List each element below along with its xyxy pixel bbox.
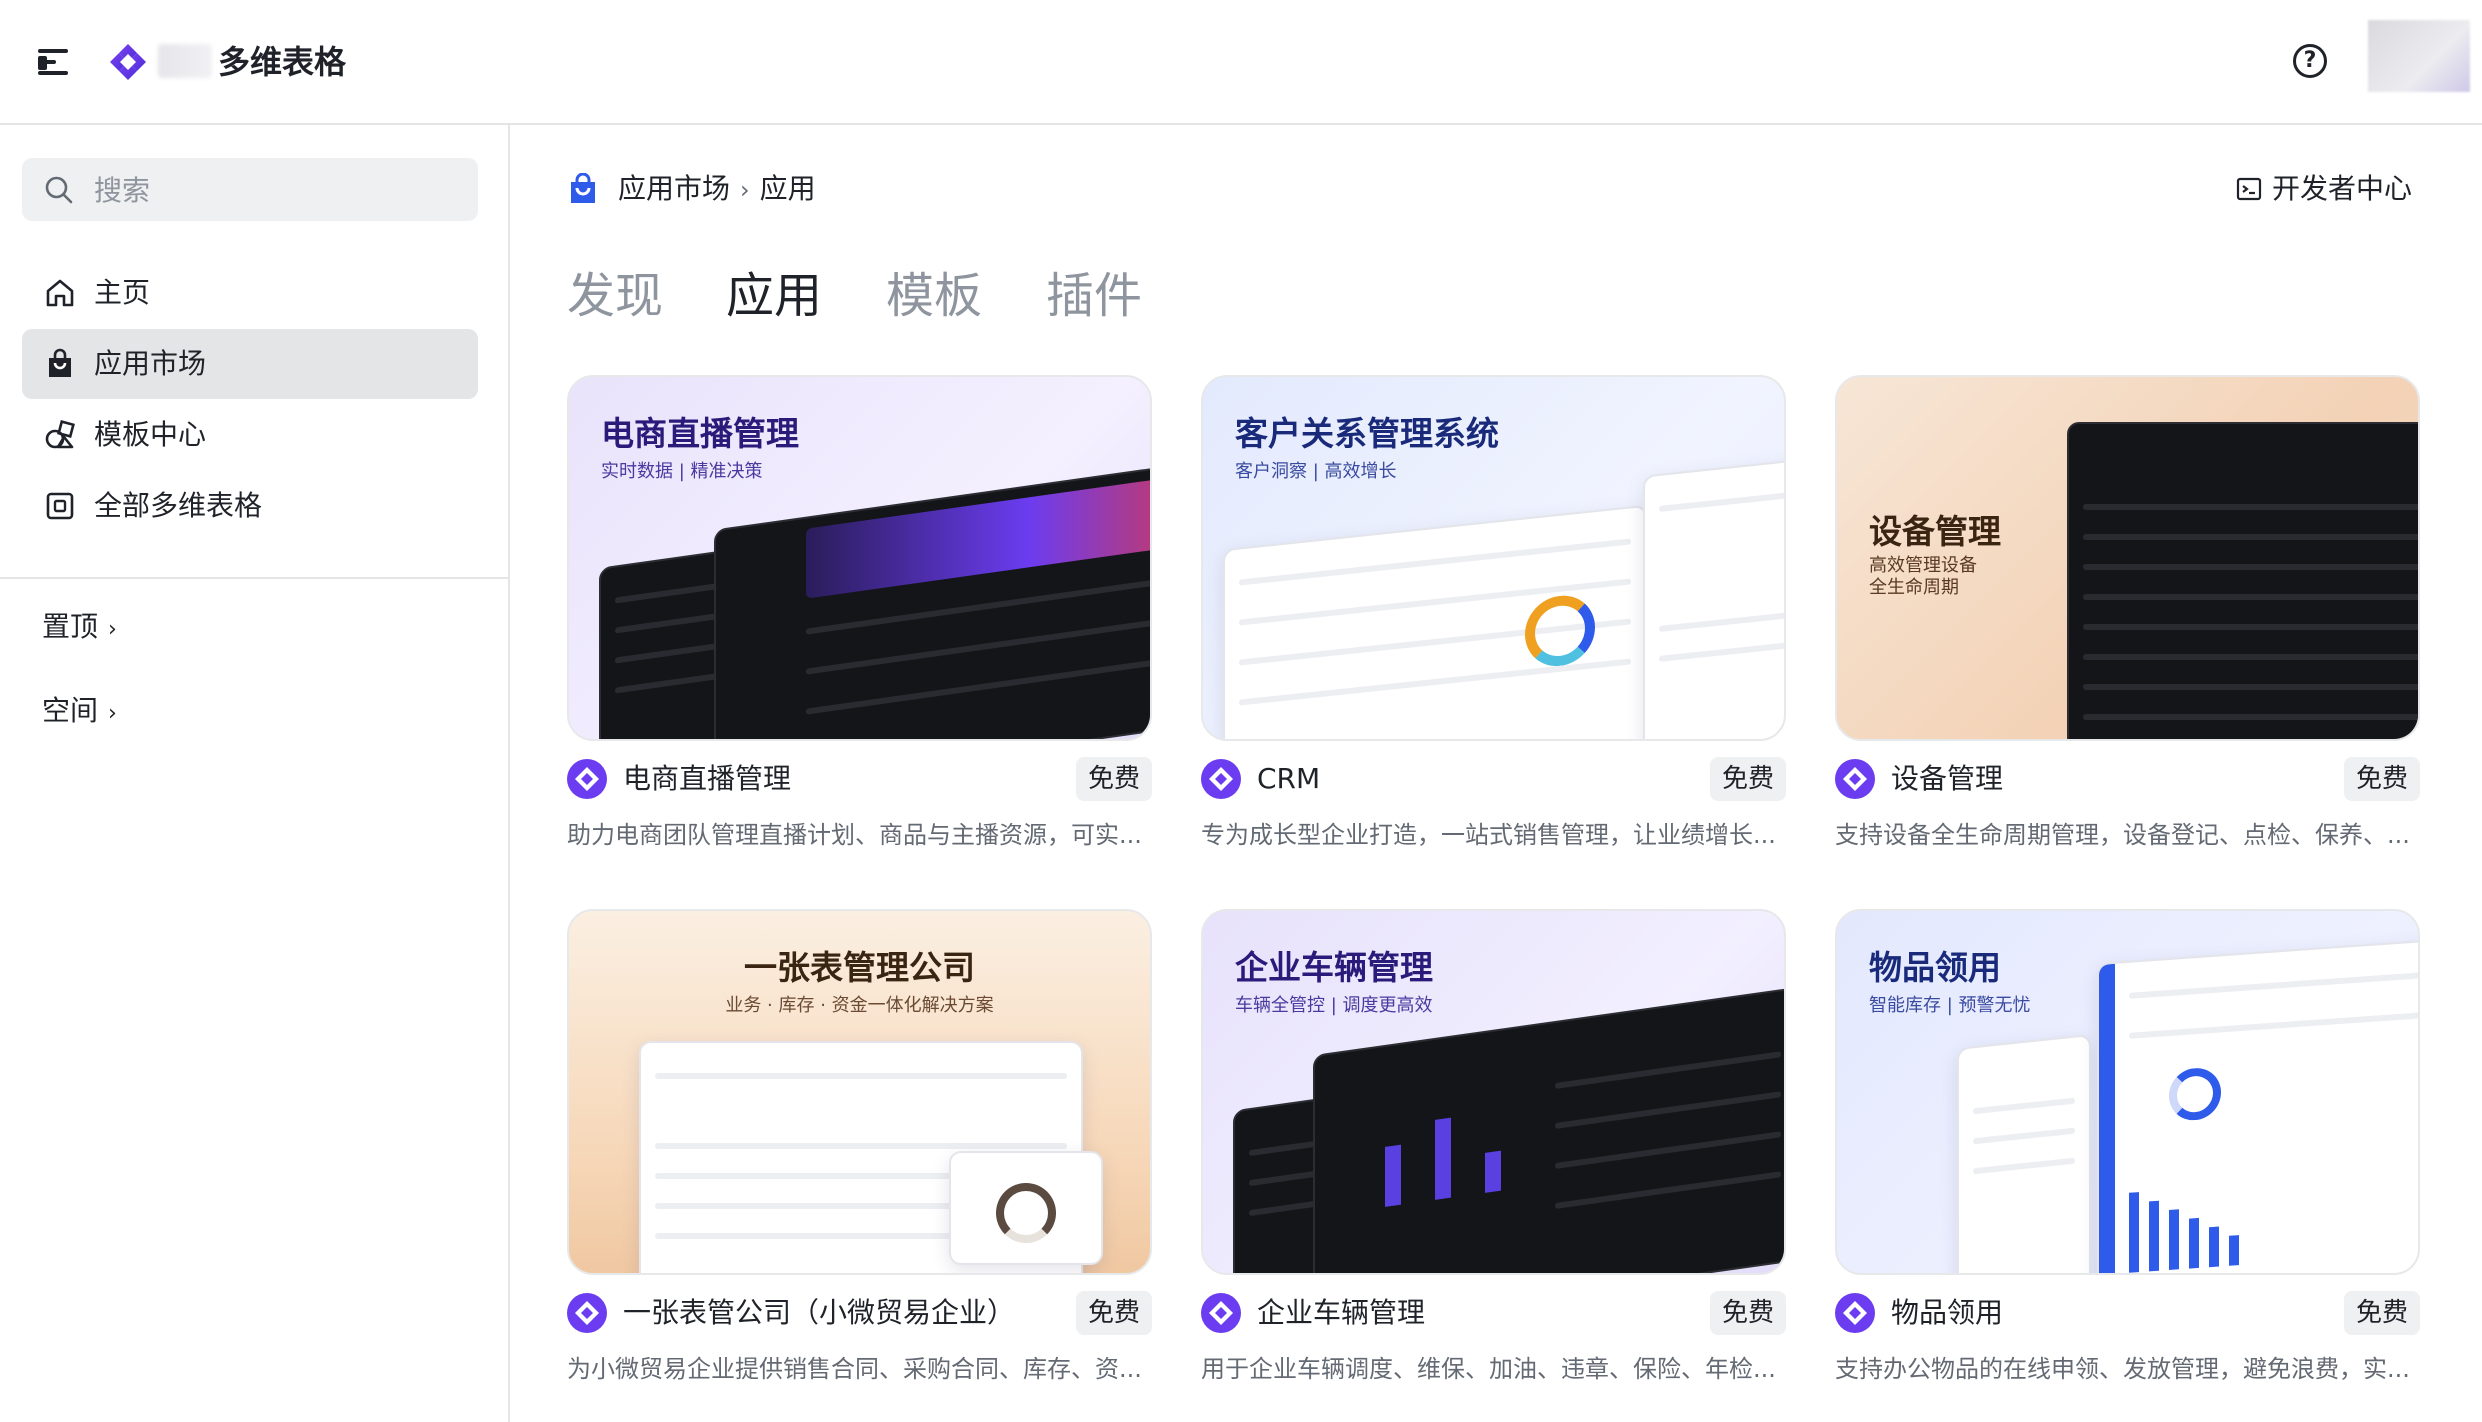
card-name: 一张表管公司（小微贸易企业）	[623, 1296, 1016, 1329]
sidebar-item-template-center[interactable]: 模板中心	[22, 400, 478, 470]
mock-gauge	[949, 1151, 1103, 1265]
sidebar-group-spaces[interactable]: 空间 ›	[42, 691, 117, 734]
thumb-title: 企业车辆管理	[1235, 948, 1433, 987]
group-label: 空间	[42, 694, 99, 727]
sidebar-collapse-icon[interactable]	[38, 47, 72, 77]
mock-dashboard	[714, 464, 1150, 739]
question-circle-icon[interactable]: ?	[2293, 44, 2327, 78]
sidebar-item-all-bases[interactable]: 全部多维表格	[22, 471, 478, 541]
main-content: 应用市场 › 应用 开发者中心 发现 应用 模板 插件 电商直播管理 实时数据 | …	[510, 125, 2482, 1422]
sidebar-item-app-market[interactable]: 应用市场	[22, 329, 478, 399]
tab-templates[interactable]: 模板	[886, 261, 982, 331]
mock-screen	[1957, 1033, 2091, 1273]
price-badge: 免费	[1075, 1291, 1152, 1335]
top-bar: 多维表格 ?	[0, 0, 2482, 125]
app-logo-icon	[567, 759, 607, 799]
search-icon	[45, 176, 73, 204]
mock-dashboard	[2067, 422, 2418, 739]
app-card-crm[interactable]: 客户关系管理系统 客户洞察 | 高效增长 CRM 免费 专为成长型企业打造，一站…	[1201, 375, 1786, 875]
thumb-subtitle: 业务 · 库存 · 资金一体化解决方案	[725, 995, 994, 1016]
app-card-vehicle[interactable]: 企业车辆管理 车辆全管控 | 调度更高效 企业车辆管理 免费 用于企业车辆调度、…	[1201, 909, 1786, 1409]
card-name: 企业车辆管理	[1257, 1296, 1426, 1329]
mock-dashboard	[2097, 938, 2418, 1273]
thumb-subtitle: 智能库存 | 预警无忧	[1869, 995, 2031, 1016]
card-description: 用于企业车辆调度、维保、加油、违章、保险、年检...	[1201, 1355, 1776, 1383]
card-thumbnail: 设备管理 高效管理设备 全生命周期	[1835, 375, 2420, 741]
terminal-icon	[2236, 177, 2262, 201]
mock-chart	[1643, 458, 1784, 739]
thumb-title: 一张表管理公司	[744, 948, 975, 987]
sidebar-item-label: 模板中心	[94, 418, 207, 451]
mock-dashboard	[1313, 986, 1784, 1273]
card-name: CRM	[1257, 762, 1321, 795]
tab-plugins[interactable]: 插件	[1046, 261, 1142, 331]
sidebar-item-label: 主页	[94, 276, 151, 309]
card-description: 支持办公物品的在线申领、发放管理，避免浪费，实...	[1835, 1355, 2410, 1383]
sidebar-item-label: 全部多维表格	[94, 489, 263, 522]
thumb-title: 客户关系管理系统	[1235, 414, 1499, 453]
app-name: 多维表格	[218, 43, 347, 81]
card-thumbnail: 一张表管理公司 业务 · 库存 · 资金一体化解决方案	[567, 909, 1152, 1275]
sidebar-divider	[0, 577, 508, 579]
sidebar-group-pinned[interactable]: 置顶 ›	[42, 607, 117, 650]
tab-apps[interactable]: 应用	[726, 261, 822, 331]
app-logo-icon	[1201, 1293, 1241, 1333]
thumb-subtitle: 车辆全管控 | 调度更高效	[1235, 995, 1433, 1016]
price-badge: 免费	[1709, 757, 1786, 801]
app-card-equipment[interactable]: 设备管理 高效管理设备 全生命周期 设备管理 免费 支持设备全生命周期管理，设备…	[1835, 375, 2420, 875]
app-logo-icon	[1835, 1293, 1875, 1333]
developer-center-label: 开发者中心	[2271, 172, 2412, 205]
app-logo-icon	[110, 44, 146, 80]
avatar[interactable]	[2368, 20, 2470, 92]
app-card-supplies[interactable]: 物品领用 智能库存 | 预警无忧 物品领用 免费 支持办公物品的在线申领、发放管…	[1835, 909, 2420, 1409]
sidebar: 主页 应用市场 模板中心 全部多维表格 置顶 › 空间 ›	[0, 125, 510, 1422]
developer-center-link[interactable]: 开发者中心	[2236, 169, 2412, 209]
card-thumbnail: 电商直播管理 实时数据 | 精准决策	[567, 375, 1152, 741]
mock-dashboard	[1223, 504, 1647, 739]
app-card-live-commerce[interactable]: 电商直播管理 实时数据 | 精准决策 电商直播管理 免费 助力电商团队管理直播计…	[567, 375, 1152, 875]
chevron-right-icon: ›	[108, 617, 117, 642]
home-icon	[46, 279, 74, 307]
price-badge: 免费	[1709, 1291, 1786, 1335]
sidebar-item-label: 应用市场	[94, 347, 207, 380]
breadcrumb-apps: 应用	[759, 172, 816, 205]
app-name-redacted	[158, 44, 212, 78]
app-card-small-trade[interactable]: 一张表管理公司 业务 · 库存 · 资金一体化解决方案 一张表管公司（小微贸易企…	[567, 909, 1152, 1409]
card-thumbnail: 企业车辆管理 车辆全管控 | 调度更高效	[1201, 909, 1786, 1275]
chevron-right-icon: ›	[108, 701, 117, 726]
app-logo-icon	[1201, 759, 1241, 799]
chevron-right-icon: ›	[740, 176, 750, 204]
search-input[interactable]	[92, 168, 466, 213]
app-logo-icon	[1835, 759, 1875, 799]
card-description: 为小微贸易企业提供销售合同、采购合同、库存、资...	[567, 1355, 1142, 1383]
card-thumbnail: 物品领用 智能库存 | 预警无忧	[1835, 909, 2420, 1275]
breadcrumb: 应用市场 › 应用	[618, 169, 816, 210]
search-box[interactable]	[22, 158, 478, 221]
app-market-bag-icon	[571, 173, 595, 203]
sidebar-item-home[interactable]: 主页	[22, 258, 478, 328]
price-badge: 免费	[1075, 757, 1152, 801]
thumb-title: 电商直播管理	[601, 414, 799, 453]
thumb-title: 物品领用	[1869, 948, 2001, 987]
thumb-subtitle: 客户洞察 | 高效增长	[1235, 461, 1397, 482]
card-description: 助力电商团队管理直播计划、商品与主播资源，可实...	[567, 821, 1142, 849]
tab-discover[interactable]: 发现	[567, 261, 663, 331]
shopping-bag-icon	[49, 348, 71, 377]
card-thumbnail: 客户关系管理系统 客户洞察 | 高效增长	[1201, 375, 1786, 741]
card-name: 设备管理	[1891, 762, 2004, 795]
base-table-icon	[46, 492, 74, 520]
price-badge: 免费	[2343, 757, 2420, 801]
thumb-subtitle: 实时数据 | 精准决策	[601, 461, 763, 482]
breadcrumb-app-market[interactable]: 应用市场	[618, 172, 730, 205]
card-description: 专为成长型企业打造，一站式销售管理，让业绩增长...	[1201, 821, 1776, 849]
card-description: 支持设备全生命周期管理，设备登记、点检、保养、...	[1835, 821, 2410, 849]
price-badge: 免费	[2343, 1291, 2420, 1335]
template-shapes-icon	[45, 420, 75, 449]
app-logo-icon	[567, 1293, 607, 1333]
card-name: 物品领用	[1891, 1296, 2004, 1329]
thumb-subtitle: 高效管理设备 全生命周期	[1869, 555, 1977, 598]
card-name: 电商直播管理	[623, 762, 792, 795]
thumb-title: 设备管理	[1869, 512, 2001, 551]
group-label: 置顶	[42, 610, 99, 643]
